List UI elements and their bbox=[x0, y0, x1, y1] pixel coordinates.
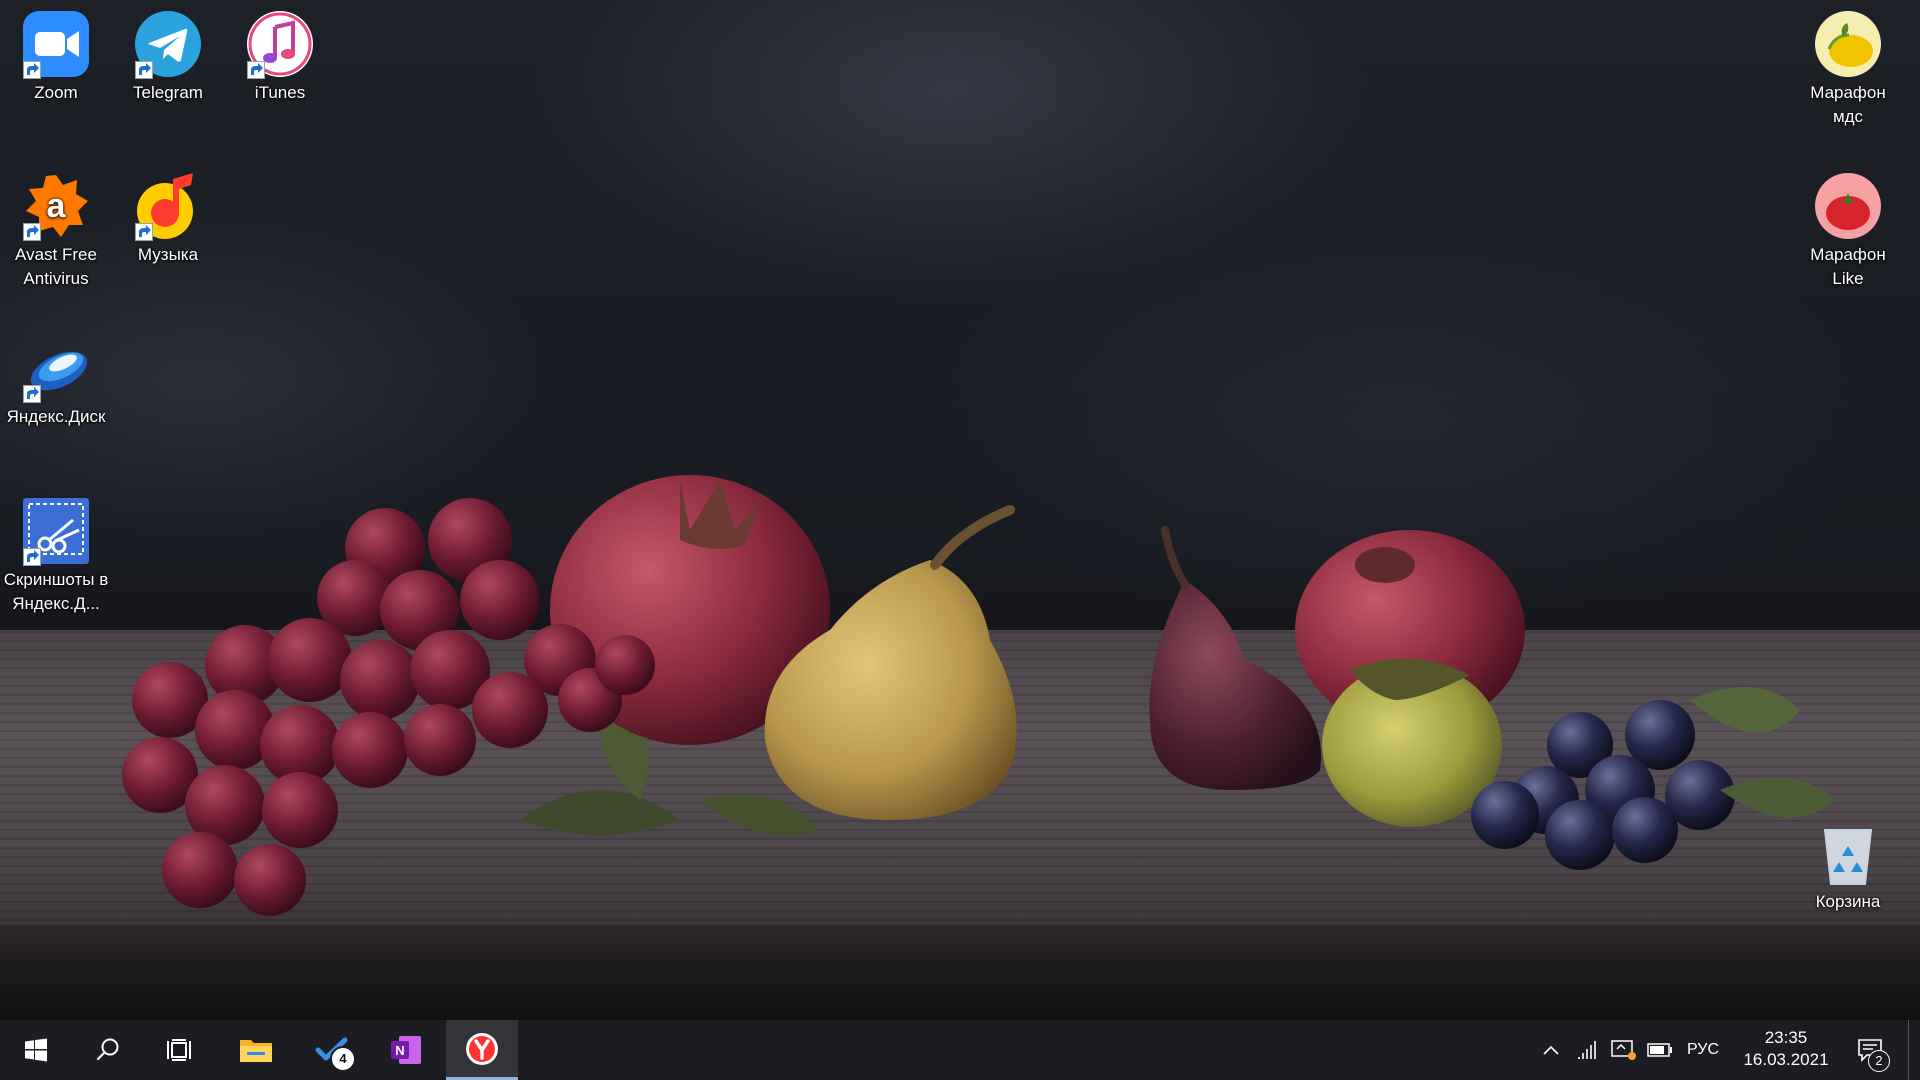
shortcut-arrow-icon bbox=[23, 61, 41, 79]
start-button[interactable] bbox=[0, 1020, 72, 1080]
wifi-icon bbox=[1578, 1041, 1596, 1059]
action-center-button[interactable]: 2 bbox=[1840, 1020, 1900, 1080]
icon-label: Музыка bbox=[137, 245, 199, 264]
tomato-icon bbox=[1815, 173, 1881, 239]
yandex-browser-button[interactable] bbox=[446, 1020, 518, 1080]
icon-label: Zoom bbox=[34, 83, 78, 102]
file-explorer-button[interactable] bbox=[220, 1020, 292, 1080]
input-language-button[interactable]: РУС bbox=[1675, 1020, 1731, 1080]
desktop-icon-avast[interactable]: a Avast Free Antivirus bbox=[3, 165, 109, 291]
shortcut-arrow-icon bbox=[135, 61, 153, 79]
desktop-icon-music[interactable]: Музыка bbox=[115, 165, 221, 267]
shortcut-arrow-icon bbox=[23, 548, 41, 566]
shortcut-arrow-icon bbox=[247, 61, 265, 79]
wallpaper-fruits bbox=[122, 475, 1835, 916]
lemon-icon bbox=[1815, 11, 1881, 77]
shortcut-arrow-icon bbox=[23, 385, 41, 403]
task-view-icon bbox=[167, 1039, 191, 1061]
task-view-button[interactable] bbox=[144, 1020, 216, 1080]
desktop-icon-marathon-like[interactable]: Марафон Like bbox=[1795, 165, 1901, 291]
icon-label: Скриншоты в Яндекс.Д... bbox=[3, 570, 109, 613]
onenote-button[interactable]: N bbox=[370, 1020, 442, 1080]
svg-text:N: N bbox=[395, 1043, 404, 1058]
chevron-up-icon bbox=[1543, 1045, 1559, 1055]
icon-label: iTunes bbox=[254, 83, 306, 102]
desktop-icon-telegram[interactable]: Telegram bbox=[115, 3, 221, 105]
show-desktop-button[interactable] bbox=[1908, 1020, 1920, 1080]
icon-label: Марафон мдс bbox=[1810, 83, 1886, 126]
battery-icon bbox=[1647, 1043, 1672, 1057]
desktop-icon-zoom[interactable]: Zoom bbox=[3, 3, 109, 105]
monitor-warning-icon bbox=[1611, 1040, 1636, 1060]
yandex-browser-icon bbox=[466, 1032, 498, 1065]
todo-button[interactable]: 4 bbox=[296, 1020, 368, 1080]
desktop-icon-screenshots[interactable]: Скриншоты в Яндекс.Д... bbox=[3, 490, 109, 616]
show-hidden-icons-button[interactable] bbox=[1536, 1020, 1566, 1080]
desktop-icon-yandex-disk[interactable]: Яндекс.Диск bbox=[3, 327, 109, 429]
icon-label: Корзина bbox=[1815, 892, 1881, 911]
icon-label: Telegram bbox=[133, 83, 203, 102]
onenote-icon: N bbox=[391, 1036, 421, 1064]
search-icon bbox=[96, 1038, 119, 1061]
windows-logo-icon bbox=[25, 1038, 47, 1062]
clock-time: 23:35 bbox=[1764, 1028, 1808, 1047]
folder-icon bbox=[240, 1040, 272, 1062]
shortcut-arrow-icon bbox=[23, 223, 41, 241]
icon-label: Яндекс.Диск bbox=[6, 407, 106, 426]
recycle-bin-icon bbox=[1823, 829, 1873, 885]
desktop[interactable]: Zoom Telegram iTunes a Avast Free Antivi… bbox=[0, 0, 1920, 1020]
battery-button[interactable] bbox=[1644, 1020, 1676, 1080]
clock-date: 16.03.2021 bbox=[1743, 1050, 1829, 1069]
shortcut-arrow-icon bbox=[135, 223, 153, 241]
desktop-icon-marathon-mds[interactable]: Марафон мдс bbox=[1795, 3, 1901, 129]
icon-label: Марафон Like bbox=[1810, 245, 1886, 288]
clock-button[interactable]: 23:35 16.03.2021 bbox=[1738, 1020, 1834, 1080]
taskbar: 4 N РУС 23:35 16.03.2021 2 bbox=[0, 1020, 1920, 1080]
network-button[interactable] bbox=[1572, 1020, 1604, 1080]
tray-app-button[interactable] bbox=[1608, 1020, 1640, 1080]
todo-badge: 4 bbox=[330, 1046, 356, 1072]
desktop-icon-itunes[interactable]: iTunes bbox=[227, 3, 333, 105]
notification-count-badge: 2 bbox=[1868, 1050, 1890, 1072]
search-button[interactable] bbox=[72, 1020, 144, 1080]
desktop-icon-recycle-bin[interactable]: Корзина bbox=[1795, 812, 1901, 914]
svg-text:a: a bbox=[47, 187, 67, 225]
icon-label: Avast Free Antivirus bbox=[15, 245, 97, 288]
